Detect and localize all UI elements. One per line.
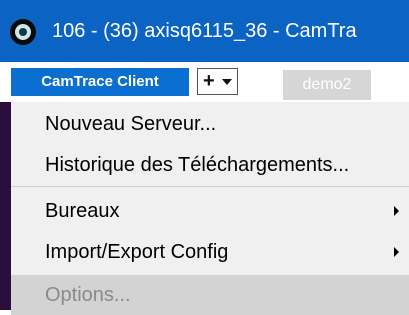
menu-item-import-export-config[interactable]: Import/Export Config <box>11 232 409 272</box>
camtrace-app-icon[interactable] <box>10 19 36 45</box>
menu-item-label: Historique des Téléchargements... <box>45 154 350 176</box>
menu-item-label: Bureaux <box>45 200 120 222</box>
add-dropdown-button[interactable]: + <box>197 68 238 95</box>
menu-item-options[interactable]: Options... <box>11 275 409 315</box>
submenu-arrow-icon <box>394 206 399 216</box>
plus-icon: + <box>203 70 215 92</box>
title-bar: 106 - (36) axisq6115_36 - CamTra <box>0 0 409 62</box>
chevron-down-icon <box>222 79 232 85</box>
menu-item-bureaux[interactable]: Bureaux <box>11 191 409 231</box>
client-menu: Nouveau Serveur... Historique des Téléch… <box>11 102 409 315</box>
window-title: 106 - (36) axisq6115_36 - CamTra <box>52 20 357 42</box>
submenu-arrow-icon <box>394 247 399 257</box>
menu-item-label: Options... <box>45 284 131 306</box>
menu-item-historique-telechargements[interactable]: Historique des Téléchargements... <box>11 145 409 185</box>
menu-item-label: Import/Export Config <box>45 241 229 263</box>
menu-item-nouveau-serveur[interactable]: Nouveau Serveur... <box>11 104 409 144</box>
camtrace-client-button[interactable]: CamTrace Client <box>11 68 189 96</box>
menu-separator <box>11 186 409 187</box>
background-panel <box>0 102 11 310</box>
tab-demo2[interactable]: demo2 <box>283 70 371 100</box>
menu-item-label: Nouveau Serveur... <box>45 113 217 135</box>
